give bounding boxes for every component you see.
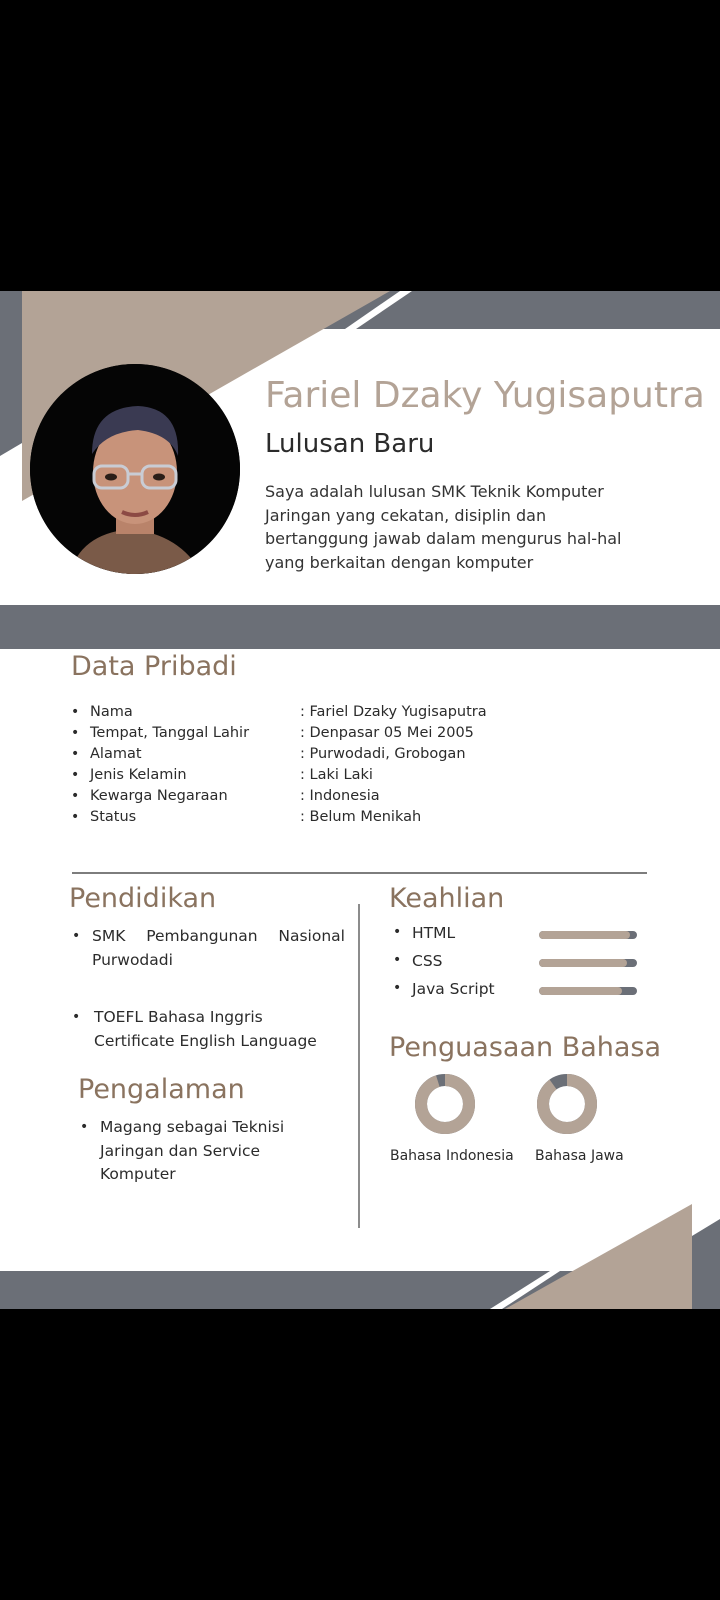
personal-data-label: Jenis Kelamin bbox=[90, 767, 187, 783]
bullet-icon: • bbox=[393, 980, 402, 996]
bullet-icon: • bbox=[71, 809, 80, 825]
skill-bar-fill bbox=[539, 987, 623, 995]
education-item: • TOEFL Bahasa Inggris Certificate Engli… bbox=[72, 1006, 345, 1053]
personal-data-title: Data Pribadi bbox=[71, 651, 237, 682]
skill-bar bbox=[539, 987, 637, 995]
cv-page: Fariel Dzaky Yugisaputra Lulusan Baru Sa… bbox=[0, 291, 720, 1309]
profile-photo bbox=[30, 364, 240, 574]
languages-title: Penguasaan Bahasa bbox=[389, 1032, 662, 1063]
personal-data-label: Kewarga Negaraan bbox=[90, 788, 228, 804]
bullet-icon: • bbox=[71, 746, 80, 762]
skills-title: Keahlian bbox=[389, 883, 505, 914]
personal-data-label: Alamat bbox=[90, 746, 142, 762]
education-item-line: Certificate English Language bbox=[94, 1031, 317, 1050]
bullet-icon: • bbox=[71, 725, 80, 741]
skill-item: • Java Script bbox=[393, 980, 643, 1000]
profile-photo-image bbox=[30, 364, 240, 574]
skill-bar bbox=[539, 931, 637, 939]
education-title: Pendidikan bbox=[69, 883, 217, 914]
personal-data-label: Status bbox=[90, 809, 137, 825]
bullet-icon: • bbox=[80, 1119, 89, 1135]
education-word: Pembangunan bbox=[146, 927, 258, 945]
top-letterbox bbox=[0, 0, 720, 291]
education-item-line: SMK Pembangunan Nasional bbox=[72, 925, 345, 949]
language-label: Bahasa Jawa bbox=[535, 1148, 624, 1164]
mid-slate-band bbox=[0, 605, 720, 649]
language-label: Bahasa Indonesia bbox=[390, 1148, 514, 1164]
personal-data-value: : Belum Menikah bbox=[300, 809, 422, 825]
experience-item: • Magang sebagai Teknisi Jaringan dan Se… bbox=[80, 1116, 310, 1187]
bullet-icon: • bbox=[72, 928, 81, 944]
bullet-icon: • bbox=[72, 1009, 81, 1025]
skill-label: CSS bbox=[412, 952, 443, 970]
bullet-icon: • bbox=[71, 704, 80, 720]
experience-item-line: Jaringan dan Service bbox=[100, 1141, 261, 1160]
section-divider bbox=[72, 872, 647, 874]
skill-bar-fill bbox=[539, 959, 628, 967]
personal-data-value: : Denpasar 05 Mei 2005 bbox=[300, 725, 474, 741]
profile-summary: Saya adalah lulusan SMK Teknik Komputer … bbox=[265, 482, 622, 572]
skill-item: • HTML bbox=[393, 924, 643, 944]
donut-fill bbox=[415, 1074, 475, 1134]
personal-data-value: : Fariel Dzaky Yugisaputra bbox=[300, 704, 487, 720]
personal-data-value: : Indonesia bbox=[300, 788, 380, 804]
education-word: Nasional bbox=[278, 927, 345, 945]
education-word: SMK bbox=[92, 927, 126, 945]
education-item: • SMK Pembangunan Nasional Purwodadi bbox=[72, 925, 345, 972]
personal-data-value: : Purwodadi, Grobogan bbox=[300, 746, 466, 762]
skill-item: • CSS bbox=[393, 952, 643, 972]
experience-title: Pengalaman bbox=[78, 1074, 245, 1105]
skill-bar-fill bbox=[539, 931, 631, 939]
education-list: • SMK Pembangunan Nasional Purwodadi bbox=[72, 925, 345, 972]
education-item-line: TOEFL Bahasa Inggris bbox=[94, 1008, 263, 1026]
bullet-icon: • bbox=[393, 924, 402, 940]
bullet-icon: • bbox=[393, 952, 402, 968]
education-list-2: • TOEFL Bahasa Inggris Certificate Engli… bbox=[72, 1006, 345, 1053]
bullet-icon: • bbox=[71, 788, 80, 804]
profile-name: Fariel Dzaky Yugisaputra bbox=[265, 375, 705, 416]
bottom-letterbox bbox=[0, 1309, 720, 1600]
personal-data-label: Tempat, Tanggal Lahir bbox=[90, 725, 250, 741]
skill-bar bbox=[539, 959, 637, 967]
education-item-line: Purwodadi bbox=[92, 950, 173, 969]
profile-subtitle: Lulusan Baru bbox=[265, 429, 435, 459]
column-divider bbox=[358, 904, 360, 1228]
experience-item-line: Magang sebagai Teknisi bbox=[100, 1118, 285, 1136]
bottom-right-slate-corner bbox=[692, 1219, 720, 1309]
experience-item-line: Komputer bbox=[100, 1165, 176, 1183]
donut-fill bbox=[537, 1074, 597, 1134]
left-slate-strip bbox=[0, 291, 22, 456]
skill-label: Java Script bbox=[412, 980, 495, 998]
experience-list: • Magang sebagai Teknisi Jaringan dan Se… bbox=[80, 1116, 310, 1187]
skill-label: HTML bbox=[412, 924, 456, 942]
bullet-icon: • bbox=[71, 767, 80, 783]
language-donut bbox=[415, 1074, 475, 1134]
personal-data-value: : Laki Laki bbox=[300, 767, 373, 783]
personal-data-label: Nama bbox=[90, 704, 133, 720]
language-donut bbox=[537, 1074, 597, 1134]
